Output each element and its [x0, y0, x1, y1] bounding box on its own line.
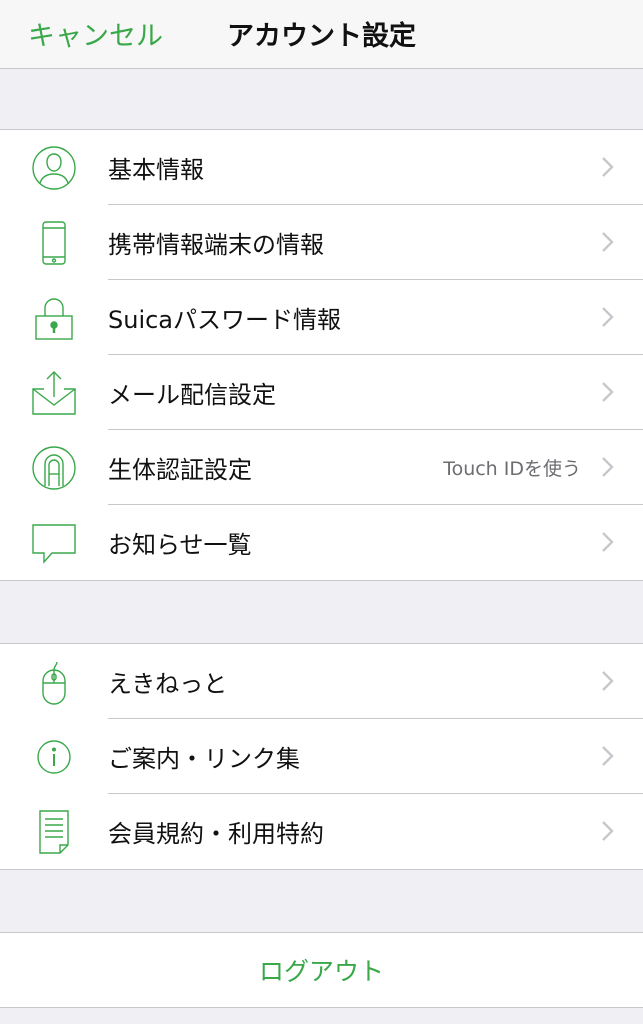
- row-mail-settings[interactable]: メール配信設定: [0, 355, 643, 430]
- row-label: えきねっと: [108, 670, 228, 698]
- chevron-right-icon: [602, 157, 614, 177]
- row-terms[interactable]: 会員規約・利用特約: [0, 794, 643, 869]
- row-notices[interactable]: お知らせ一覧: [0, 505, 643, 580]
- lock-icon: [28, 294, 80, 342]
- row-device-info[interactable]: 携帯情報端末の情報: [0, 205, 643, 280]
- row-label: 会員規約・利用特約: [108, 820, 324, 848]
- fingerprint-icon: [28, 444, 80, 492]
- account-settings-group: 基本情報 携帯情報端末の情報 Suicaパスワード情報 メール配信設定 生体認証…: [0, 129, 643, 581]
- row-label: Suicaパスワード情報: [108, 306, 342, 334]
- navigation-bar: キャンセル アカウント設定: [0, 0, 643, 69]
- mail-icon: [28, 369, 80, 417]
- row-label: メール配信設定: [108, 381, 276, 409]
- speech-bubble-icon: [28, 519, 80, 567]
- chevron-right-icon: [602, 532, 614, 552]
- chevron-right-icon: [602, 746, 614, 766]
- row-label: 携帯情報端末の情報: [108, 231, 324, 259]
- row-suica-password[interactable]: Suicaパスワード情報: [0, 280, 643, 355]
- row-label: 生体認証設定: [108, 456, 252, 484]
- person-icon: [28, 144, 80, 192]
- info-icon: [28, 733, 80, 781]
- smartphone-icon: [28, 219, 80, 267]
- page-title: アカウント設定: [227, 21, 416, 52]
- row-guide-links[interactable]: ご案内・リンク集: [0, 719, 643, 794]
- row-eki-net[interactable]: えきねっと: [0, 644, 643, 719]
- row-label: ご案内・リンク集: [108, 745, 300, 773]
- row-basic-info[interactable]: 基本情報: [0, 130, 643, 205]
- chevron-right-icon: [602, 821, 614, 841]
- document-icon: [28, 808, 80, 856]
- row-label: 基本情報: [108, 156, 204, 184]
- links-group: えきねっと ご案内・リンク集 会員規約・利用特約: [0, 643, 643, 870]
- row-detail-value: Touch IDを使う: [443, 458, 581, 480]
- chevron-right-icon: [602, 671, 614, 691]
- row-label: お知らせ一覧: [108, 531, 252, 559]
- chevron-right-icon: [602, 307, 614, 327]
- mouse-icon: [28, 658, 80, 706]
- logout-group: ログアウト: [0, 932, 643, 1008]
- chevron-right-icon: [602, 457, 614, 477]
- chevron-right-icon: [602, 382, 614, 402]
- logout-button[interactable]: ログアウト: [253, 951, 390, 989]
- chevron-right-icon: [602, 232, 614, 252]
- row-biometric-settings[interactable]: 生体認証設定 Touch IDを使う: [0, 430, 643, 505]
